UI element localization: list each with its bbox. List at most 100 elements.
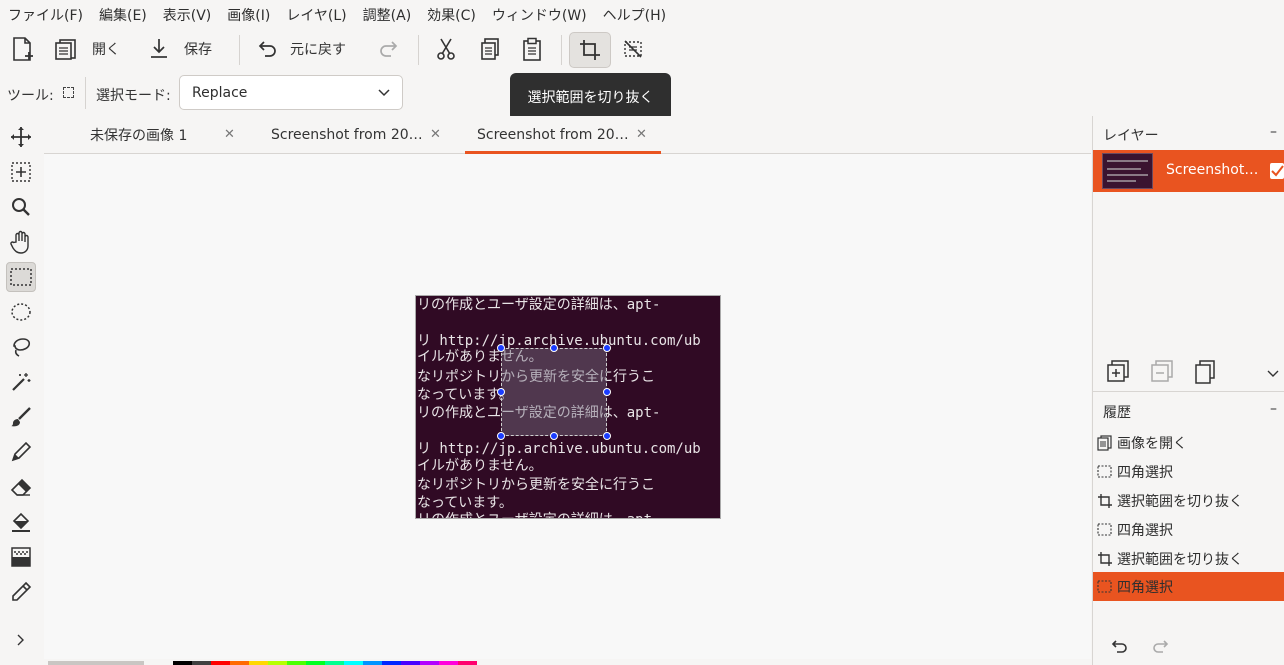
save-label: 保存 [184,42,212,58]
delete-layer-button[interactable] [1151,360,1173,386]
paste-icon [523,37,541,61]
add-layer-button[interactable] [1107,360,1129,386]
history-item-label: 四角選択 [1117,464,1173,481]
zoom-tool[interactable] [6,192,36,222]
crop-to-selection-icon [580,40,600,60]
history-panel-title: 履歴 [1103,405,1131,421]
selection-handle[interactable] [550,344,558,352]
redo-button[interactable] [378,32,400,66]
paint-bucket-tool[interactable] [6,507,36,537]
layer-visibility-checkbox[interactable] [1270,163,1284,179]
new-image-icon [13,37,33,61]
move-selection-tool[interactable] [6,157,36,187]
toolbar-separator [418,35,419,65]
history-item-label: 画像を開く [1117,435,1187,452]
eraser-tool[interactable] [6,472,36,502]
checkmark-icon [1271,165,1284,177]
add-layer-icon [1107,360,1129,382]
image-text-line: リ http://jp.archive.ubuntu.com/ub [417,441,701,457]
selection-handle[interactable] [603,432,611,440]
cut-button[interactable] [435,32,457,66]
menu-layers[interactable]: レイヤ(L) [278,5,354,25]
image-text-line: なリポジトリから更新を安全に行うこ [417,477,655,493]
close-icon[interactable]: ✕ [430,127,441,142]
chevron-right-icon [17,634,24,646]
menu-file[interactable]: ファイル(F) [0,5,91,25]
redo-icon [1153,640,1169,653]
tab-unsaved-image[interactable]: 未保存の画像 1 ✕ [44,116,251,153]
ellipse-select-tool[interactable] [6,297,36,327]
selection-mode-value: Replace [192,84,248,101]
selection-handle[interactable] [497,432,505,440]
cut-icon [437,38,455,60]
hand-icon [10,230,29,254]
paintbrush-tool[interactable] [6,402,36,432]
magic-wand-tool[interactable] [6,367,36,397]
chevron-down-icon [378,88,390,96]
history-undo-button[interactable] [1109,638,1129,660]
gradient-tool[interactable] [6,542,36,572]
duplicate-layer-button[interactable] [1194,360,1216,388]
deselect-button[interactable] [622,32,644,66]
pencil-tool[interactable] [6,437,36,467]
menu-image[interactable]: 画像(I) [219,5,278,25]
history-item[interactable]: 選択範囲を切り抜く [1093,544,1284,573]
document-tabs: 未保存の画像 1 ✕ Screenshot from 20… ✕ Screens… [44,116,1091,154]
history-item[interactable]: 選択範囲を切り抜く [1093,486,1284,515]
minimize-icon[interactable]: – [1270,124,1277,140]
menu-adjustments[interactable]: 調整(A) [355,5,420,25]
open-button[interactable]: 開く [54,32,120,66]
selection-handle[interactable] [603,344,611,352]
menu-window[interactable]: ウィンドウ(W) [484,5,595,25]
selection-handle[interactable] [497,388,505,396]
paste-button[interactable] [521,32,543,66]
save-button[interactable]: 保存 [148,32,212,66]
selection-mode-dropdown[interactable]: Replace [179,75,403,110]
close-icon[interactable]: ✕ [224,127,235,142]
menubar: ファイル(F) 編集(E) 表示(V) 画像(I) レイヤ(L) 調整(A) 効… [0,0,1284,29]
color-palette[interactable] [173,661,477,665]
selection-handle[interactable] [603,388,611,396]
eraser-icon [10,478,32,496]
minimize-icon[interactable]: – [1270,401,1277,417]
selection-handle[interactable] [497,344,505,352]
options-separator [85,77,86,109]
selection-handle[interactable] [550,432,558,440]
new-image-button[interactable] [11,32,35,66]
layer-menu-button[interactable] [1267,366,1279,382]
menu-edit[interactable]: 編集(E) [91,5,155,25]
move-selection-icon [11,162,31,182]
paintbrush-icon [11,407,31,427]
history-redo-button[interactable] [1151,638,1171,660]
move-selected-tool[interactable] [6,122,36,152]
copy-button[interactable] [479,32,501,66]
rectangle-select-tool[interactable] [6,262,36,292]
history-item-label: 選択範囲を切り抜く [1117,493,1243,510]
menu-view[interactable]: 表示(V) [155,5,220,25]
crop-to-selection-button[interactable] [569,32,611,68]
pan-tool[interactable] [6,227,36,257]
tab-screenshot-2[interactable]: Screenshot from 20… ✕ [465,116,661,154]
zoom-icon [12,198,30,216]
menu-help[interactable]: ヘルプ(H) [595,5,674,25]
undo-label: 元に戻す [290,42,346,58]
lasso-select-tool[interactable] [6,332,36,362]
toolbox-expand-button[interactable] [6,625,36,655]
history-item-current[interactable]: 四角選択 [1093,572,1284,601]
history-item[interactable]: 四角選択 [1093,457,1284,486]
horizontal-scrollbar[interactable] [48,661,144,665]
color-picker-tool[interactable] [6,577,36,607]
selection-rectangle[interactable] [501,348,607,436]
undo-button[interactable]: 元に戻す [256,32,346,66]
image-text-line: なっています。 [417,495,513,511]
tab-label: Screenshot from 20… [477,126,629,143]
toolbar-separator [239,35,240,65]
redo-icon [380,41,398,57]
tab-screenshot-1[interactable]: Screenshot from 20… ✕ [251,116,465,153]
history-item[interactable]: 画像を開く [1093,428,1284,457]
rectangle-select-icon [10,268,32,286]
close-icon[interactable]: ✕ [636,127,647,142]
history-item[interactable]: 四角選択 [1093,515,1284,544]
history-item-label: 四角選択 [1117,579,1173,596]
menu-effects[interactable]: 効果(C) [419,5,484,25]
